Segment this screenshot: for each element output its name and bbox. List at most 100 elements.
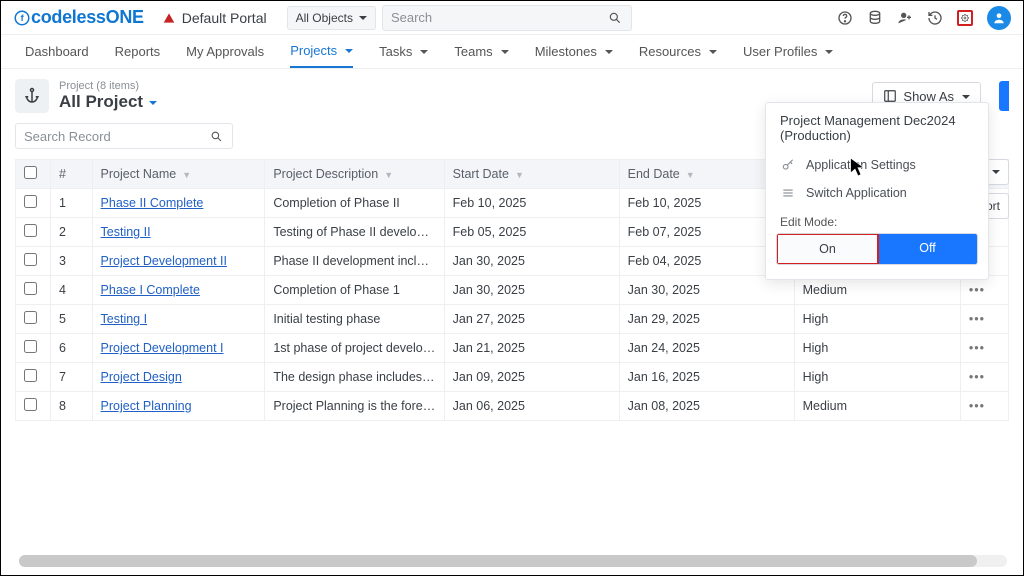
project-link[interactable]: Phase II Complete bbox=[101, 196, 204, 210]
row-select[interactable] bbox=[16, 363, 51, 392]
project-link[interactable]: Project Development II bbox=[101, 254, 227, 268]
project-link[interactable]: Testing II bbox=[101, 225, 151, 239]
project-link[interactable]: Testing I bbox=[101, 312, 148, 326]
row-actions[interactable]: ••• bbox=[960, 363, 1008, 392]
cell-start-date: Jan 27, 2025 bbox=[444, 305, 619, 334]
menu-item-label: Switch Application bbox=[806, 186, 907, 200]
chevron-down-icon bbox=[418, 44, 428, 59]
table-row: 6Project Development I1st phase of proje… bbox=[16, 334, 1009, 363]
table-row: 7Project DesignThe design phase includes… bbox=[16, 363, 1009, 392]
application-settings-item[interactable]: Application Settings bbox=[766, 151, 988, 179]
tab-user-profiles[interactable]: User Profiles bbox=[743, 36, 833, 67]
cell-start-date: Jan 06, 2025 bbox=[444, 392, 619, 421]
cell-project-name: Project Planning bbox=[92, 392, 265, 421]
project-link[interactable]: Project Planning bbox=[101, 399, 192, 413]
cell-project-name: Project Development II bbox=[92, 247, 265, 276]
search-placeholder: Search bbox=[391, 10, 432, 25]
cell-start-date: Jan 30, 2025 bbox=[444, 276, 619, 305]
cell-start-date: Jan 30, 2025 bbox=[444, 247, 619, 276]
tab-projects[interactable]: Projects bbox=[290, 35, 353, 68]
col-project-name[interactable]: Project Name▼ bbox=[92, 160, 265, 189]
row-select[interactable] bbox=[16, 305, 51, 334]
settings-menu-header: Project Management Dec2024 (Production) bbox=[766, 113, 988, 151]
sort-icon: ▼ bbox=[686, 170, 695, 180]
history-icon[interactable] bbox=[927, 10, 943, 26]
tab-tasks[interactable]: Tasks bbox=[379, 36, 428, 67]
row-select[interactable] bbox=[16, 189, 51, 218]
row-select[interactable] bbox=[16, 276, 51, 305]
row-index: 6 bbox=[50, 334, 92, 363]
project-link[interactable]: Project Design bbox=[101, 370, 182, 384]
tab-dashboard[interactable]: Dashboard bbox=[25, 36, 89, 67]
row-checkbox[interactable] bbox=[24, 369, 37, 382]
object-selector[interactable]: All Objects bbox=[287, 6, 376, 30]
col-select-all[interactable] bbox=[16, 160, 51, 189]
row-checkbox[interactable] bbox=[24, 253, 37, 266]
cell-end-date: Jan 24, 2025 bbox=[619, 334, 794, 363]
chevron-down-icon bbox=[499, 44, 509, 59]
chevron-down-icon bbox=[603, 44, 613, 59]
row-actions[interactable]: ••• bbox=[960, 392, 1008, 421]
tab-label: Projects bbox=[290, 43, 337, 58]
sort-icon: ▼ bbox=[384, 170, 393, 180]
col-index[interactable]: # bbox=[50, 160, 92, 189]
user-avatar[interactable] bbox=[987, 6, 1011, 30]
edit-mode-label: Edit Mode: bbox=[766, 207, 988, 233]
settings-menu: Project Management Dec2024 (Production) … bbox=[765, 102, 989, 280]
select-all-checkbox[interactable] bbox=[24, 166, 37, 179]
hidden-primary-button-edge[interactable] bbox=[999, 81, 1009, 111]
cell-project-description: Completion of Phase II bbox=[265, 189, 444, 218]
cell-project-name: Project Design bbox=[92, 363, 265, 392]
horizontal-scrollbar[interactable] bbox=[19, 555, 1007, 567]
key-icon bbox=[780, 157, 796, 173]
global-search[interactable]: Search bbox=[382, 5, 632, 31]
row-checkbox[interactable] bbox=[24, 282, 37, 295]
row-select[interactable] bbox=[16, 392, 51, 421]
project-link[interactable]: Phase I Complete bbox=[101, 283, 200, 297]
row-checkbox[interactable] bbox=[24, 340, 37, 353]
row-checkbox[interactable] bbox=[24, 224, 37, 237]
cell-project-name: Testing II bbox=[92, 218, 265, 247]
project-link[interactable]: Project Development I bbox=[101, 341, 224, 355]
portal-switcher[interactable]: Default Portal bbox=[162, 10, 267, 26]
tab-resources[interactable]: Resources bbox=[639, 36, 717, 67]
cell-project-name: Project Development I bbox=[92, 334, 265, 363]
cell-end-date: Jan 16, 2025 bbox=[619, 363, 794, 392]
row-actions[interactable]: ••• bbox=[960, 305, 1008, 334]
tab-milestones[interactable]: Milestones bbox=[535, 36, 613, 67]
tab-reports[interactable]: Reports bbox=[115, 36, 161, 67]
cell-priority: High bbox=[794, 334, 960, 363]
tab-my-approvals[interactable]: My Approvals bbox=[186, 36, 264, 67]
gear-icon[interactable] bbox=[957, 10, 973, 26]
row-index: 7 bbox=[50, 363, 92, 392]
row-actions[interactable]: ••• bbox=[960, 334, 1008, 363]
row-select[interactable] bbox=[16, 334, 51, 363]
database-icon[interactable] bbox=[867, 10, 883, 26]
cell-priority: High bbox=[794, 305, 960, 334]
help-icon[interactable] bbox=[837, 10, 853, 26]
scrollbar-thumb[interactable] bbox=[19, 555, 977, 567]
layout-icon bbox=[883, 89, 897, 103]
page-title[interactable]: All Project bbox=[59, 92, 157, 112]
add-user-icon[interactable] bbox=[897, 10, 913, 26]
record-search-placeholder: Search Record bbox=[24, 129, 111, 144]
tab-label: Dashboard bbox=[25, 44, 89, 59]
row-checkbox[interactable] bbox=[24, 195, 37, 208]
table-row: 8Project PlanningProject Planning is the… bbox=[16, 392, 1009, 421]
col-project-description[interactable]: Project Description▼ bbox=[265, 160, 444, 189]
edit-mode-on[interactable]: On bbox=[776, 233, 879, 265]
row-select[interactable] bbox=[16, 247, 51, 276]
switch-application-item[interactable]: Switch Application bbox=[766, 179, 988, 207]
row-checkbox[interactable] bbox=[24, 398, 37, 411]
record-search[interactable]: Search Record bbox=[15, 123, 233, 149]
anchor-icon bbox=[15, 79, 49, 113]
col-start-date[interactable]: Start Date▼ bbox=[444, 160, 619, 189]
row-checkbox[interactable] bbox=[24, 311, 37, 324]
row-select[interactable] bbox=[16, 218, 51, 247]
mouse-cursor-icon bbox=[849, 156, 867, 178]
cell-end-date: Jan 29, 2025 bbox=[619, 305, 794, 334]
cell-priority: High bbox=[794, 363, 960, 392]
edit-mode-off[interactable]: Off bbox=[878, 234, 977, 264]
tab-teams[interactable]: Teams bbox=[454, 36, 508, 67]
cell-project-name: Phase II Complete bbox=[92, 189, 265, 218]
